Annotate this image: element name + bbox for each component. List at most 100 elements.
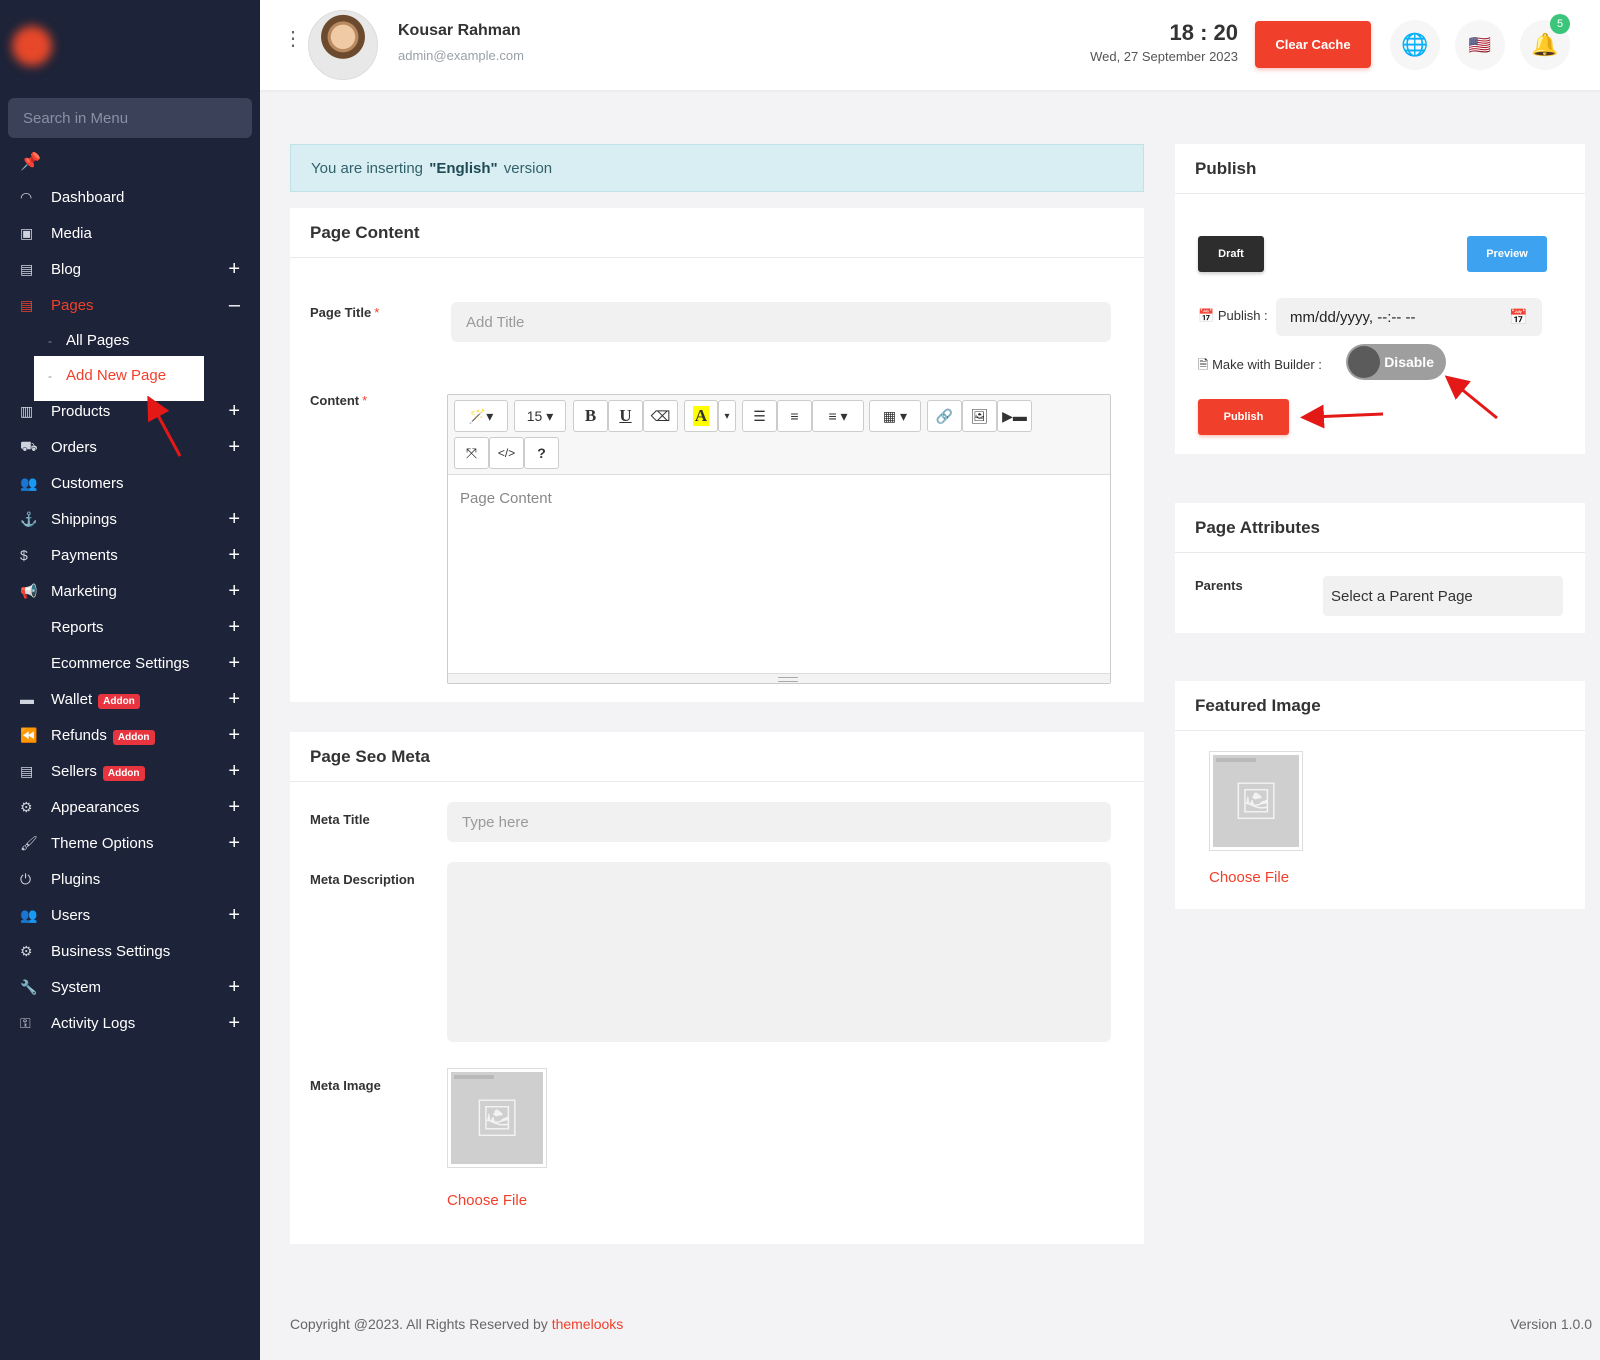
text-color-dropdown[interactable]: ▾	[718, 400, 736, 432]
collapse-icon[interactable]: –	[229, 294, 240, 317]
bullet-list-icon[interactable]: ☰	[742, 400, 777, 432]
brand-logo[interactable]	[12, 16, 234, 76]
menu-search-input[interactable]	[8, 98, 252, 138]
expand-icon[interactable]: +	[228, 652, 240, 675]
sidebar-item-label: Pages	[51, 296, 94, 314]
expand-icon[interactable]: +	[228, 258, 240, 281]
expand-icon[interactable]: +	[228, 904, 240, 927]
media-icon: ▣	[20, 224, 34, 241]
sidebar-item-ecommerce-settings[interactable]: Ecommerce Settings +	[0, 645, 260, 681]
sidebar-item-marketing[interactable]: 📢 Marketing +	[0, 573, 260, 609]
pin-icon[interactable]: 📌	[20, 152, 41, 172]
top-header: ⋮ Kousar Rahman admin@example.com 18 : 2…	[260, 0, 1600, 90]
sidebar-subitem-all-pages[interactable]: - All Pages	[0, 323, 260, 358]
sidebar-item-label: Ecommerce Settings	[51, 654, 190, 672]
sidebar-item-wallet[interactable]: ▬ Wallet Addon +	[0, 681, 260, 717]
code-view-icon[interactable]: </>	[489, 437, 524, 469]
sidebar-item-refunds[interactable]: ⏪ Refunds Addon +	[0, 717, 260, 753]
sidebar-item-shippings[interactable]: ⚓ Shippings +	[0, 501, 260, 537]
user-name: Kousar Rahman	[398, 22, 521, 39]
calendar-picker-icon[interactable]: 📅	[1509, 308, 1528, 326]
page-title-input[interactable]	[451, 302, 1111, 342]
expand-icon[interactable]: +	[228, 436, 240, 459]
content-label: Content *	[310, 393, 368, 408]
expand-icon[interactable]: +	[228, 832, 240, 855]
clear-cache-button[interactable]: Clear Cache	[1255, 21, 1371, 68]
more-vertical-icon[interactable]: ⋮	[283, 29, 303, 49]
sidebar-item-dashboard[interactable]: ◠ Dashboard	[0, 179, 260, 215]
parents-label: Parents	[1195, 578, 1243, 593]
us-flag-icon[interactable]: 🇺🇸	[1455, 20, 1505, 70]
theme-options-icon: 🖌	[20, 834, 38, 851]
builder-toggle[interactable]: Disable	[1346, 344, 1446, 380]
system-icon: 🔧	[20, 978, 38, 995]
sidebar-item-products[interactable]: ▥ Products +	[0, 393, 260, 429]
sidebar-item-sellers[interactable]: ▤ Sellers Addon +	[0, 753, 260, 789]
draft-button[interactable]: Draft	[1198, 236, 1264, 272]
table-dropdown[interactable]: ▦ ▾	[869, 400, 921, 432]
featured-image-thumbnail[interactable]: 🖼	[1209, 751, 1303, 851]
sidebar-item-payments[interactable]: $ Payments +	[0, 537, 260, 573]
sidebar-item-label: Refunds Addon	[51, 727, 240, 745]
expand-icon[interactable]: +	[228, 688, 240, 711]
sidebar-item-theme-options[interactable]: 🖌 Theme Options +	[0, 825, 260, 861]
globe-icon[interactable]: 🌐	[1390, 20, 1440, 70]
fullscreen-icon[interactable]: ⤧	[454, 437, 489, 469]
publish-button[interactable]: Publish	[1198, 399, 1289, 435]
underline-button[interactable]: U	[608, 400, 643, 432]
bold-button[interactable]: B	[573, 400, 608, 432]
expand-icon[interactable]: +	[228, 796, 240, 819]
sidebar-item-label: Reports	[51, 618, 104, 636]
expand-icon[interactable]: +	[228, 508, 240, 531]
link-icon[interactable]: 🔗	[927, 400, 962, 432]
meta-title-input[interactable]	[447, 802, 1111, 842]
expand-icon[interactable]: +	[228, 976, 240, 999]
sidebar-item-customers[interactable]: 👥 Customers	[0, 465, 260, 501]
publish-datetime-input[interactable]: mm/dd/yyyy, --:-- -- 📅	[1276, 298, 1542, 336]
sidebar-item-label: Payments	[51, 546, 118, 564]
expand-icon[interactable]: +	[228, 724, 240, 747]
featured-image-choose-file-link[interactable]: Choose File	[1209, 869, 1289, 886]
brand-link[interactable]: themelooks	[552, 1316, 624, 1332]
expand-icon[interactable]: +	[228, 400, 240, 423]
notifications-button[interactable]: 🔔 5	[1520, 14, 1570, 70]
expand-icon[interactable]: +	[228, 616, 240, 639]
expand-icon[interactable]: +	[228, 544, 240, 567]
sellers-icon: ▤	[20, 762, 34, 779]
help-icon[interactable]: ?	[524, 437, 559, 469]
sidebar-item-blog[interactable]: ▤ Blog +	[0, 251, 260, 287]
sidebar-item-system[interactable]: 🔧 System +	[0, 969, 260, 1005]
sidebar-item-label: Sellers Addon	[51, 763, 240, 781]
expand-icon[interactable]: +	[228, 580, 240, 603]
video-icon[interactable]: ▶▬	[997, 400, 1032, 432]
preview-button[interactable]: Preview	[1467, 236, 1547, 272]
eraser-icon[interactable]: ⌫	[643, 400, 678, 432]
expand-icon[interactable]: +	[228, 760, 240, 783]
sidebar-item-pages[interactable]: ▤ Pages –	[0, 287, 260, 323]
sidebar-item-activity-logs[interactable]: ⚿ Activity Logs +	[0, 1005, 260, 1041]
meta-description-textarea[interactable]	[447, 862, 1111, 1042]
sidebar-item-orders[interactable]: ⛟ Orders +	[0, 429, 260, 465]
numbered-list-icon[interactable]: ≡	[777, 400, 812, 432]
sidebar-item-appearances[interactable]: ⚙ Appearances +	[0, 789, 260, 825]
editor-resize-handle[interactable]	[448, 673, 1110, 683]
magic-style-button[interactable]: 🪄▾	[454, 400, 508, 432]
meta-image-thumbnail[interactable]: 🖼	[447, 1068, 547, 1168]
pages-icon: ▤	[20, 296, 34, 313]
parent-page-select[interactable]: Select a Parent Page	[1323, 576, 1563, 616]
meta-image-choose-file-link[interactable]: Choose File	[447, 1192, 527, 1209]
sidebar-item-users[interactable]: 👥 Users +	[0, 897, 260, 933]
avatar[interactable]	[308, 10, 378, 80]
align-dropdown[interactable]: ≡ ▾	[812, 400, 864, 432]
sidebar-subitem-add-new-page[interactable]: - Add New Page	[0, 356, 260, 401]
sidebar-item-media[interactable]: ▣ Media	[0, 215, 260, 251]
image-icon[interactable]: 🖼	[962, 400, 997, 432]
text-color-button[interactable]: A	[684, 400, 718, 432]
marketing-icon: 📢	[20, 582, 38, 599]
editor-placeholder[interactable]: Page Content	[460, 490, 552, 507]
sidebar-item-business-settings[interactable]: ⚙ Business Settings	[0, 933, 260, 969]
font-size-dropdown[interactable]: 15 ▾	[514, 400, 566, 432]
sidebar-item-plugins[interactable]: ⏻ Plugins	[0, 861, 260, 897]
sidebar-item-reports[interactable]: Reports +	[0, 609, 260, 645]
expand-icon[interactable]: +	[228, 1012, 240, 1035]
